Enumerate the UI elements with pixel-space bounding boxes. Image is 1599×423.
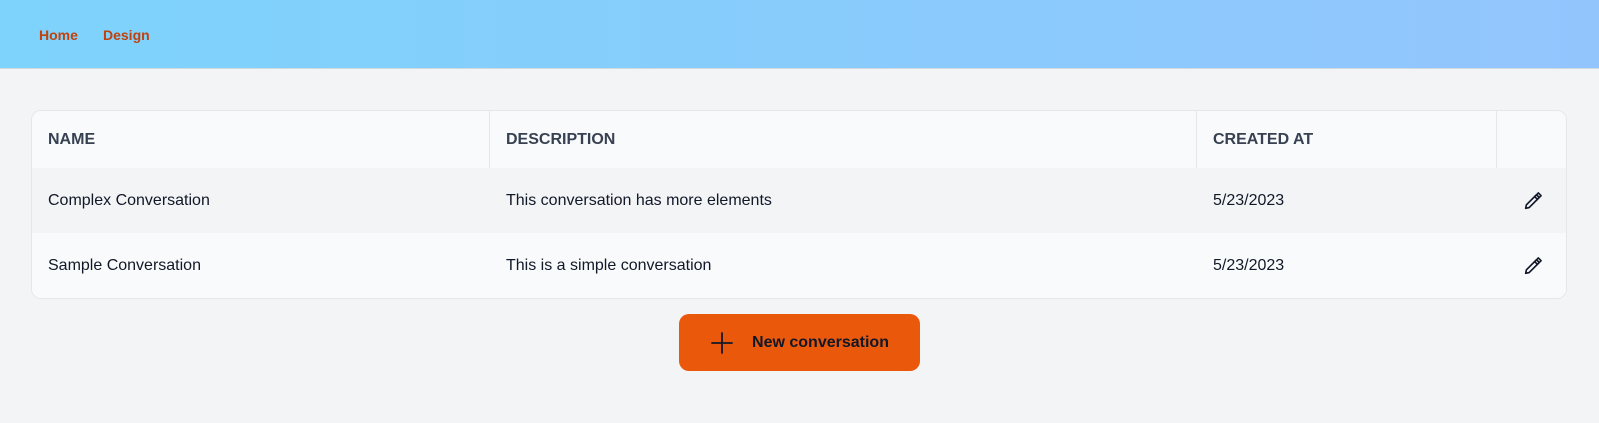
- cell-description: This conversation has more elements: [506, 191, 772, 209]
- column-header-name: NAME: [32, 111, 490, 168]
- table-row[interactable]: Sample Conversation This is a simple con…: [32, 233, 1566, 298]
- column-header-actions: [1497, 111, 1566, 168]
- edit-button[interactable]: [1519, 187, 1547, 215]
- cell-actions: [1497, 233, 1566, 298]
- edit-button[interactable]: [1519, 252, 1547, 280]
- cell-name: Complex Conversation: [48, 191, 210, 209]
- nav-link-design[interactable]: Design: [103, 27, 150, 43]
- plus-icon: [711, 331, 733, 354]
- new-conversation-label: New conversation: [752, 333, 889, 351]
- pencil-icon: [1524, 256, 1542, 274]
- new-conversation-button[interactable]: New conversation: [679, 314, 920, 371]
- table-row[interactable]: Complex Conversation This conversation h…: [32, 168, 1566, 234]
- column-header-created-at: CREATED AT: [1197, 111, 1497, 168]
- cell-name: Sample Conversation: [48, 256, 201, 274]
- cell-created-at: 5/23/2023: [1213, 191, 1285, 209]
- table-header-row: NAME DESCRIPTION CREATED AT: [32, 111, 1566, 169]
- nav-link-home[interactable]: Home: [39, 27, 78, 43]
- cell-created-at: 5/23/2023: [1213, 256, 1285, 274]
- cell-actions: [1497, 168, 1566, 233]
- pencil-icon: [1524, 191, 1542, 209]
- conversations-table: NAME DESCRIPTION CREATED AT Complex Conv…: [31, 110, 1567, 299]
- column-header-description: DESCRIPTION: [490, 111, 1197, 168]
- top-navbar: Home Design: [0, 0, 1599, 69]
- cell-description: This is a simple conversation: [506, 256, 712, 274]
